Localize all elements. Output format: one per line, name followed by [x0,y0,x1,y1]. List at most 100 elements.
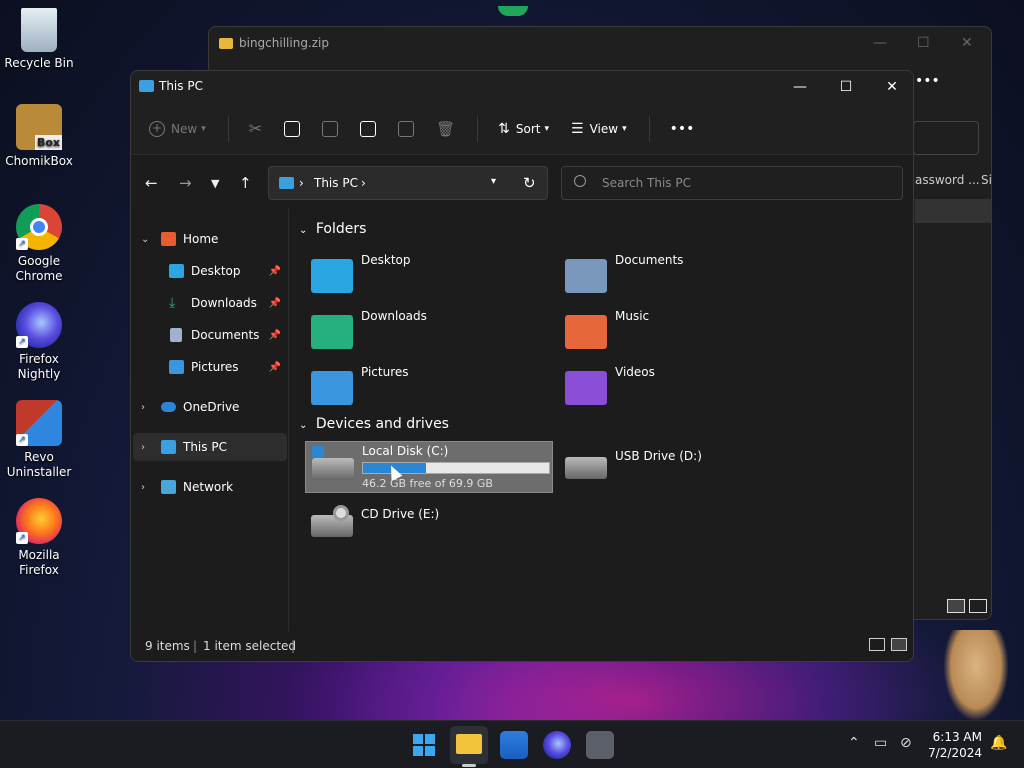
zip-selected-row[interactable] [915,199,991,223]
sidebar-item-documents[interactable]: Documents 📌 [133,321,287,349]
folder-label: Pictures [361,365,409,379]
paste-button[interactable] [322,120,339,137]
explorer-window[interactable]: This PC — ☐ ✕ + New ▾ ✂ 🗑 ⇅ Sort ▾ ☰ Vie… [130,70,914,662]
drive-local-disk-c[interactable]: Local Disk (C:) 46.2 GB free of 69.9 GB [305,441,553,493]
desktop-icon-firefox-nightly[interactable]: ↗ Firefox Nightly [4,302,74,382]
share-button[interactable] [398,120,415,137]
view-button[interactable]: ☰ View ▾ [571,121,627,137]
desktop-icon-revo[interactable]: ↗ Revo Uninstaller [4,400,74,480]
zip-more-button[interactable]: ••• [915,73,940,89]
close-button[interactable]: ✕ [869,71,913,103]
zip-column-header[interactable]: Si [981,173,992,187]
folders-section-header[interactable]: ⌄ Folders [299,221,366,237]
tiles-view-button[interactable] [891,638,907,651]
folder-music[interactable]: Music [565,309,805,359]
file-explorer-taskbar-button[interactable] [450,726,488,767]
notification-bell-icon[interactable]: 🔔 [990,735,1007,751]
desktop-icon-label: Recycle Bin [4,56,74,70]
revo-uninstaller-icon: ↗ [16,400,62,446]
minimize-button[interactable]: — [777,71,823,103]
rename-icon [360,120,377,137]
desktop-icon-chomikbox[interactable]: Box ChomikBox [4,104,74,169]
section-title: Folders [315,221,367,237]
network-icon [161,480,176,494]
sidebar-item-pictures[interactable]: Pictures 📌 [133,353,287,381]
share-icon [398,120,415,137]
folder-documents[interactable]: Documents [565,253,805,303]
sidebar-item-home[interactable]: ⌄ Home [133,225,287,253]
chevron-right-icon[interactable]: › [141,402,145,413]
zip-search-box[interactable] [913,121,979,155]
shortcut-arrow-icon: ↗ [16,434,28,446]
new-button[interactable]: + New ▾ [149,120,206,137]
up-button[interactable]: ↑ [239,174,252,192]
zip-column-header[interactable]: assword ... [915,173,980,187]
document-icon [170,328,182,342]
sort-button[interactable]: ⇅ Sort ▾ [498,121,549,137]
address-dropdown-button[interactable]: ▾ [491,176,496,187]
zip-maximize-button[interactable]: ☐ [917,35,930,51]
chevron-down-icon[interactable]: ⌄ [141,234,149,245]
devices-section-header[interactable]: ⌄ Devices and drives [299,416,449,432]
folder-label: Desktop [361,253,411,267]
folder-desktop[interactable]: Desktop [311,253,551,303]
zip-minimize-button[interactable]: — [873,35,887,51]
breadcrumb-separator-icon: › [299,176,304,190]
breadcrumb-this-pc[interactable]: This PC [314,176,358,190]
rename-button[interactable] [360,120,377,137]
desktop-icon-chrome[interactable]: ↗ Google Chrome [4,204,74,284]
firefox-nightly-taskbar-icon[interactable] [543,731,571,759]
desktop-icon-firefox[interactable]: ↗ Mozilla Firefox [4,498,74,578]
maximize-button[interactable]: ☐ [823,71,869,103]
back-button[interactable]: ← [145,174,158,192]
download-arrow-icon: ⤓ [169,295,176,311]
chomikbox-icon: Box [16,104,62,150]
drive-cd-e[interactable]: CD Drive (E:) [305,499,553,551]
breadcrumb-chevron-icon[interactable]: › [361,176,366,190]
chevron-down-icon: ▾ [201,123,206,134]
refresh-button[interactable]: ↻ [523,174,536,192]
sidebar-item-onedrive[interactable]: › OneDrive [133,393,287,421]
firefox-icon: ↗ [16,498,62,544]
folder-label: Videos [615,365,655,379]
content-pane[interactable]: ⌄ Folders Desktop Documents Downloads Mu… [291,209,913,631]
toolbar-separator [227,115,229,142]
sidebar-item-network[interactable]: › Network [133,473,287,501]
chevron-right-icon[interactable]: › [141,482,145,493]
zip-tiles-view-icon[interactable] [969,599,987,613]
search-box[interactable]: Search This PC [561,166,903,200]
delete-button[interactable]: 🗑 [436,120,455,138]
explorer-titlebar[interactable]: This PC — ☐ ✕ [131,71,913,103]
zip-close-button[interactable]: ✕ [961,35,973,51]
zip-details-view-icon[interactable] [947,599,965,613]
documents-folder-icon [565,259,607,293]
archive-tool-taskbar-icon[interactable] [586,731,614,759]
sidebar-item-desktop[interactable]: Desktop 📌 [133,257,287,285]
details-view-button[interactable] [869,638,885,651]
desktop-icon-recycle-bin[interactable]: Recycle Bin [4,8,74,71]
copy-button[interactable] [284,120,301,137]
folder-downloads[interactable]: Downloads [311,309,551,359]
desktop-icon-label: ChomikBox [5,154,73,168]
folder-videos[interactable]: Videos [565,365,805,415]
sidebar-item-label: Pictures [191,360,239,374]
sidebar-item-this-pc[interactable]: › This PC [133,433,287,461]
drive-usb-d[interactable]: USB Drive (D:) [559,441,807,493]
clock[interactable]: 6:13 AM 7/2/2024 [928,729,982,761]
sidebar-item-downloads[interactable]: ⤓ Downloads 📌 [133,289,287,317]
network-status-icon[interactable]: ⊘ [900,735,912,751]
cut-button[interactable]: ✂ [249,119,262,138]
folder-pictures[interactable]: Pictures [311,365,551,415]
copy-icon [284,120,301,137]
chevron-down-icon: ⌄ [299,420,308,431]
view-list-icon: ☰ [571,120,584,137]
display-icon[interactable]: ▭ [874,735,887,751]
recent-locations-button[interactable]: ▼ [211,177,219,190]
start-button[interactable] [410,731,438,759]
address-bar[interactable]: › This PC › ▾ ↻ [268,166,548,200]
forward-button[interactable]: → [179,174,192,192]
microsoft-store-icon[interactable] [500,731,528,759]
chevron-up-icon[interactable]: ⌃ [848,735,860,751]
chevron-right-icon[interactable]: › [141,442,145,453]
see-more-button[interactable]: ••• [670,121,695,137]
